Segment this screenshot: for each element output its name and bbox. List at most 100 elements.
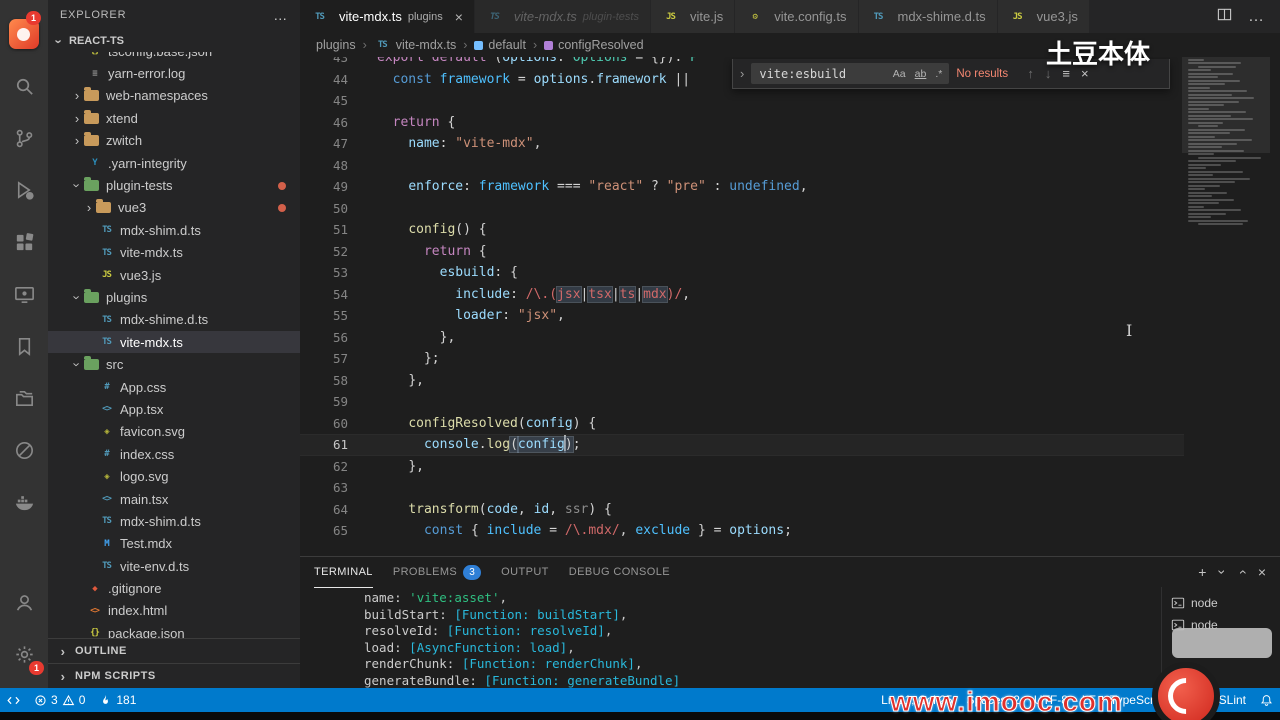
- tree-item-index-css[interactable]: # index.css: [48, 443, 300, 465]
- tree-item--gitignore[interactable]: ◆ .gitignore: [48, 577, 300, 599]
- terminal-output[interactable]: name: 'vite:asset', buildStart: [Function…: [300, 587, 1161, 689]
- status-item-bell[interactable]: [1253, 688, 1280, 712]
- code-line-55[interactable]: 55 loader: "jsx",: [300, 305, 1184, 327]
- panel-tab-output[interactable]: OUTPUT: [501, 557, 549, 588]
- tree-item-vue3[interactable]: › vue3: [48, 197, 300, 219]
- minimap[interactable]: [1182, 57, 1272, 556]
- activity-item-extensions[interactable]: [0, 216, 48, 268]
- code-line-64[interactable]: 64 transform(code, id, ssr) {: [300, 499, 1184, 521]
- code-line-52[interactable]: 52 return {: [300, 241, 1184, 263]
- panel-tab-problems[interactable]: PROBLEMS 3: [393, 557, 482, 588]
- breadcrumb-item-default[interactable]: default: [474, 38, 526, 52]
- tree-item-yarn-error-log[interactable]: ≡ yarn-error.log: [48, 62, 300, 84]
- regex-toggle[interactable]: .*: [932, 67, 945, 81]
- tree-item-zwitch[interactable]: › zwitch: [48, 130, 300, 152]
- tree-item-vite-env-d-ts[interactable]: TS vite-env.d.ts: [48, 555, 300, 577]
- code-line-50[interactable]: 50: [300, 198, 1184, 220]
- status-item-flame[interactable]: 181: [92, 688, 143, 712]
- code-line-51[interactable]: 51 config() {: [300, 219, 1184, 241]
- tree-item-mdx-shime-d-ts[interactable]: TS mdx-shime.d.ts: [48, 309, 300, 331]
- panel-tab-terminal[interactable]: TERMINAL: [314, 557, 373, 588]
- code-line-49[interactable]: 49 enforce: framework === "react" ? "pre…: [300, 176, 1184, 198]
- new-terminal-icon[interactable]: +: [1198, 564, 1206, 580]
- tree-item-web-namespaces[interactable]: › web-namespaces: [48, 85, 300, 107]
- code-line-45[interactable]: 45: [300, 90, 1184, 112]
- tree-item-mdx-shim-d-ts[interactable]: TS mdx-shim.d.ts: [48, 219, 300, 241]
- tree-item-vue3-js[interactable]: JS vue3.js: [48, 264, 300, 286]
- activity-item-circle-slash[interactable]: [0, 424, 48, 476]
- editor-tab-vue3-js[interactable]: JS vue3.js: [997, 0, 1090, 33]
- tree-item-plugins[interactable]: › plugins: [48, 286, 300, 308]
- outline-section-header[interactable]: › OUTLINE: [48, 638, 300, 663]
- code-line-56[interactable]: 56 },: [300, 327, 1184, 349]
- breadcrumb-item-configResolved[interactable]: configResolved: [544, 38, 644, 52]
- terminal-instance[interactable]: node: [1162, 592, 1280, 614]
- minimap-slider[interactable]: [1182, 57, 1272, 153]
- code-line-61[interactable]: 61 console.log(config);: [300, 434, 1184, 456]
- npm-scripts-section-header[interactable]: › NPM SCRIPTS: [48, 663, 300, 688]
- code-line-58[interactable]: 58 },: [300, 370, 1184, 392]
- editor-tab-vite-mdx-ts[interactable]: TS vite-mdx.ts plugin-tests: [474, 0, 651, 33]
- find-input[interactable]: vite:esbuild Aa ab .*: [751, 63, 950, 84]
- activity-item-source-control[interactable]: [0, 112, 48, 164]
- panel-tab-label: OUTPUT: [501, 566, 549, 578]
- tree-item-mdx-shim-d-ts[interactable]: TS mdx-shim.d.ts: [48, 510, 300, 532]
- tree-item-logo-svg[interactable]: ◈ logo.svg: [48, 465, 300, 487]
- editor-tab-vite-config-ts[interactable]: ⚙ vite.config.ts: [735, 0, 859, 33]
- activity-item-run-debug[interactable]: [0, 164, 48, 216]
- code-line-47[interactable]: 47 name: "vite-mdx",: [300, 133, 1184, 155]
- tree-item-tsconfig-base-json[interactable]: {} tsconfig.base.json: [48, 52, 300, 62]
- code-line-53[interactable]: 53 esbuild: {: [300, 262, 1184, 284]
- tree-item-test-mdx[interactable]: M Test.mdx: [48, 533, 300, 555]
- whole-word-toggle[interactable]: ab: [912, 67, 930, 81]
- breadcrumb-item-vite-mdx.ts[interactable]: TS vite-mdx.ts: [374, 38, 456, 52]
- panel-tab-debug-console[interactable]: DEBUG CONSOLE: [569, 557, 670, 588]
- find-expand-toggle[interactable]: ›: [740, 66, 744, 81]
- more-actions-icon[interactable]: …: [1248, 8, 1264, 26]
- tree-item-favicon-svg[interactable]: ◈ favicon.svg: [48, 421, 300, 443]
- code-line-59[interactable]: 59: [300, 391, 1184, 413]
- activity-item-search[interactable]: [0, 60, 48, 112]
- split-editor-icon[interactable]: [1217, 7, 1232, 27]
- breadcrumb-item-plugins[interactable]: plugins: [316, 38, 356, 52]
- maximize-panel-icon[interactable]: ›: [1233, 570, 1249, 575]
- code-line-63[interactable]: 63: [300, 477, 1184, 499]
- find-previous-button[interactable]: ↑: [1025, 65, 1036, 82]
- code-line-48[interactable]: 48: [300, 155, 1184, 177]
- tree-item-plugin-tests[interactable]: › plugin-tests: [48, 174, 300, 196]
- code-editor[interactable]: 43 export default (options: Options = {})…: [300, 57, 1280, 556]
- activity-item-app-logo[interactable]: 1: [0, 8, 48, 60]
- close-icon[interactable]: ×: [455, 9, 463, 25]
- chevron-down-icon[interactable]: ›: [1215, 570, 1231, 575]
- tree-item-vite-mdx-ts[interactable]: TS vite-mdx.ts: [48, 242, 300, 264]
- status-item-remote[interactable]: [0, 688, 27, 712]
- status-item-error[interactable]: 30: [27, 688, 92, 712]
- code-line-60[interactable]: 60 configResolved(config) {: [300, 413, 1184, 435]
- root-folder-header[interactable]: › REACT-TS: [48, 30, 300, 52]
- code-line-57[interactable]: 57 };: [300, 348, 1184, 370]
- code-line-65[interactable]: 65 const { include = /\.mdx/, exclude } …: [300, 520, 1184, 542]
- tree-item-app-tsx[interactable]: <> App.tsx: [48, 398, 300, 420]
- close-panel-icon[interactable]: ×: [1258, 564, 1266, 580]
- tree-item-vite-mdx-ts[interactable]: TS vite-mdx.ts: [48, 331, 300, 354]
- tree-item-xtend[interactable]: › xtend: [48, 107, 300, 129]
- tree-item-app-css[interactable]: # App.css: [48, 376, 300, 398]
- more-actions-icon[interactable]: …: [273, 7, 288, 23]
- tree-item-index-html[interactable]: <> index.html: [48, 600, 300, 622]
- tree-item-main-tsx[interactable]: <> main.tsx: [48, 488, 300, 510]
- code-line-46[interactable]: 46 return {: [300, 112, 1184, 134]
- activity-item-remote-screen[interactable]: [0, 268, 48, 320]
- editor-tab-vite-js[interactable]: JS vite.js: [651, 0, 736, 33]
- activity-item-settings[interactable]: 1: [0, 628, 48, 680]
- tree-item--yarn-integrity[interactable]: Y .yarn-integrity: [48, 152, 300, 174]
- editor-tab-mdx-shime-d-ts[interactable]: TS mdx-shime.d.ts: [858, 0, 998, 33]
- code-line-62[interactable]: 62 },: [300, 456, 1184, 478]
- editor-tab-vite-mdx-ts[interactable]: TS vite-mdx.ts plugins ×: [300, 0, 475, 33]
- match-case-toggle[interactable]: Aa: [890, 67, 909, 81]
- tree-item-src[interactable]: › src: [48, 353, 300, 375]
- activity-item-account[interactable]: [0, 576, 48, 628]
- activity-item-docker[interactable]: [0, 476, 48, 528]
- activity-item-project-folders[interactable]: [0, 372, 48, 424]
- code-line-54[interactable]: 54 include: /\.(jsx|tsx|ts|mdx)/,: [300, 284, 1184, 306]
- activity-item-bookmarks[interactable]: [0, 320, 48, 372]
